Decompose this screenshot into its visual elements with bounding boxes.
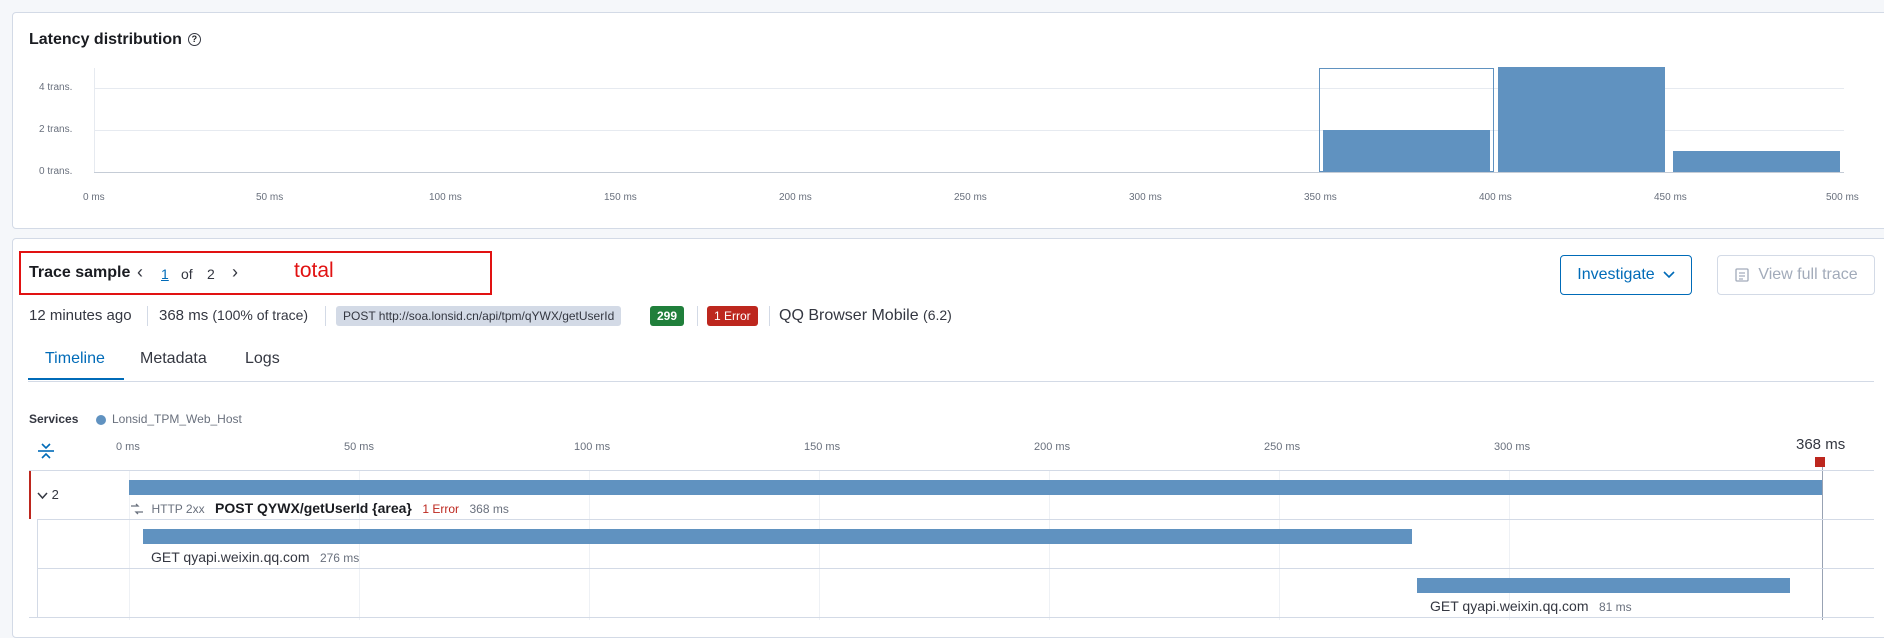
active-tab-indicator (28, 378, 124, 380)
timeline-tick-label: 100 ms (574, 441, 611, 453)
tab-metadata[interactable]: Metadata (140, 350, 207, 368)
document-icon (1735, 268, 1749, 282)
service-legend-item: Lonsid_TPM_Web_Host (96, 412, 242, 426)
timeline-tick-label: 0 ms (116, 441, 140, 453)
span-duration: 368 ms (469, 502, 509, 516)
view-full-trace-button[interactable]: View full trace (1717, 255, 1875, 295)
span-http-status: HTTP 2xx (151, 502, 205, 516)
timeline-tick-label: 50 ms (344, 441, 374, 453)
divider (769, 306, 770, 326)
tree-line (37, 519, 38, 617)
tabs-divider (28, 381, 1874, 382)
row-divider (29, 470, 1874, 471)
trace-duration: 368 ms (100% of trace) (159, 307, 309, 324)
x-tick-label: 300 ms (1129, 192, 1162, 203)
y-tick-label: 0 trans. (39, 166, 73, 177)
y-tick-label: 2 trans. (39, 124, 73, 135)
timeline-tick-label: 300 ms (1494, 441, 1531, 453)
span-bar[interactable] (1417, 578, 1790, 593)
row-divider (29, 617, 1874, 618)
span-duration: 276 ms (319, 551, 360, 565)
error-row-indicator (29, 471, 31, 519)
y-tick-label: 4 trans. (39, 82, 73, 93)
span-error[interactable]: 1 Error (422, 502, 459, 516)
x-tick-label: 400 ms (1479, 192, 1512, 203)
timeline-tick-label: 200 ms (1034, 441, 1071, 453)
span-name: POST QYWX/getUserId {area} (215, 500, 412, 516)
trace-sample-title: Trace sample (29, 264, 131, 281)
divider (697, 306, 698, 326)
error-marker[interactable] (1815, 457, 1825, 467)
span-name: GET qyapi.weixin.qq.com (1430, 598, 1589, 614)
trace-end-line (1822, 467, 1823, 620)
divider (147, 306, 148, 326)
span-bar[interactable] (142, 529, 1413, 544)
x-tick-label: 250 ms (954, 192, 987, 203)
histogram-bar[interactable] (1673, 151, 1840, 172)
y-axis-line (94, 68, 95, 172)
histogram-bar[interactable] (1323, 130, 1490, 172)
span-toggle[interactable]: 2 (37, 487, 59, 502)
tab-logs[interactable]: Logs (245, 350, 280, 368)
span-bar[interactable] (129, 480, 1822, 495)
span-row[interactable]: GET qyapi.weixin.qq.com 81 ms (1430, 598, 1632, 616)
collapse-all-icon[interactable] (37, 442, 55, 460)
divider (325, 306, 326, 326)
x-tick-label: 50 ms (256, 192, 284, 203)
tab-timeline[interactable]: Timeline (45, 350, 105, 368)
row-divider (37, 568, 1874, 569)
row-divider (37, 519, 1874, 520)
x-tick-label: 450 ms (1654, 192, 1687, 203)
request-badge: POST http://soa.lonsid.cn/api/tpm/qYWX/g… (336, 306, 622, 326)
pager-next-button[interactable]: › (232, 262, 238, 283)
error-badge[interactable]: 1 Error (707, 306, 758, 326)
span-name: GET qyapi.weixin.qq.com (151, 549, 310, 565)
span-duration: 81 ms (1598, 600, 1632, 614)
trace-time-ago: 12 minutes ago (29, 307, 132, 324)
trace-end-marker-label: 368 ms (1796, 436, 1846, 453)
span-row[interactable]: GET qyapi.weixin.qq.com 276 ms (151, 549, 359, 567)
user-agent: QQ Browser Mobile (6.2) (779, 307, 952, 324)
service-color-dot (96, 414, 106, 425)
services-label: Services (29, 412, 79, 426)
histogram-bar[interactable] (1498, 67, 1665, 172)
chevron-down-icon (37, 492, 48, 499)
annotation-total: total (294, 259, 334, 282)
x-tick-label: 200 ms (779, 192, 812, 203)
x-tick-label: 350 ms (1304, 192, 1337, 203)
pager-of-label: of (181, 266, 193, 282)
help-icon[interactable]: ? (187, 33, 201, 47)
x-axis-line (94, 172, 1844, 173)
pager-current-page[interactable]: 1 (161, 266, 169, 282)
x-tick-label: 0 ms (83, 192, 105, 203)
x-tick-label: 100 ms (429, 192, 462, 203)
status-code-badge: 299 (650, 306, 685, 326)
http-icon (131, 503, 143, 515)
chevron-down-icon (1663, 271, 1675, 279)
timeline-tick-label: 250 ms (1264, 441, 1301, 453)
x-tick-label: 500 ms (1826, 192, 1859, 203)
x-tick-label: 150 ms (604, 192, 637, 203)
pager-total: 2 (207, 266, 215, 282)
investigate-button[interactable]: Investigate (1560, 255, 1692, 295)
span-row[interactable]: HTTP 2xx POST QYWX/getUserId {area} 1 Er… (130, 500, 509, 518)
timeline-tick-label: 150 ms (804, 441, 841, 453)
latency-title: Latency distribution? (29, 31, 201, 49)
pager-prev-button[interactable]: ‹ (137, 262, 143, 283)
